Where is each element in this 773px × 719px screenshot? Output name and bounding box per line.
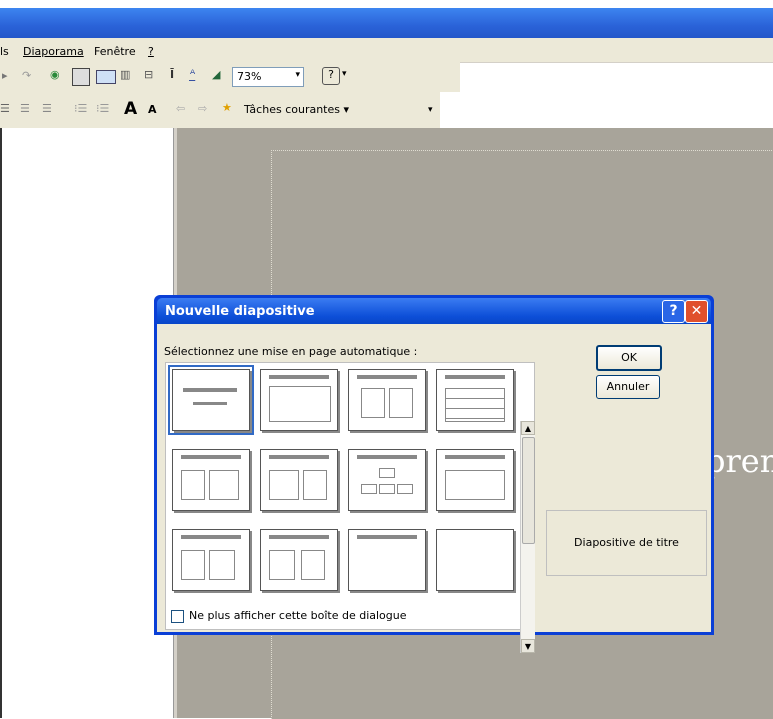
table-placeholder: [445, 388, 505, 422]
slide-title-text[interactable]: pren: [705, 442, 773, 480]
title-bar: [269, 375, 329, 379]
app-title-bar: [0, 8, 773, 38]
numbering-icon[interactable]: ⁝☰: [74, 102, 90, 118]
increase-font-icon[interactable]: A: [124, 99, 140, 119]
title-bar: [183, 388, 237, 392]
zoom-combo[interactable]: 73% ▾: [232, 67, 304, 87]
org-right-box: [397, 484, 413, 494]
zoom-value: 73%: [237, 70, 262, 83]
layout-org-chart[interactable]: [348, 449, 426, 511]
text-placeholder: [181, 470, 205, 500]
bullets-icon[interactable]: ⁝☰: [96, 102, 112, 118]
promote-icon[interactable]: ⇦: [176, 102, 192, 118]
chart-placeholder: [269, 470, 299, 500]
menu-fenetre[interactable]: Fenêtre: [94, 45, 136, 58]
zoom-dropdown-icon[interactable]: ▾: [295, 70, 300, 80]
list-placeholder: [269, 386, 331, 422]
layout-bulleted-list[interactable]: [260, 369, 338, 431]
close-icon: ✕: [690, 303, 703, 319]
scroll-thumb[interactable]: [522, 437, 535, 544]
title-bar: [269, 535, 329, 539]
common-tasks-button[interactable]: Tâches courantes ▾: [244, 103, 349, 116]
menu-diaporama[interactable]: Diaporama: [23, 45, 84, 58]
redo-icon[interactable]: ↷: [22, 69, 38, 85]
demote-icon[interactable]: ⇨: [198, 102, 214, 118]
undo-dropdown-icon[interactable]: ▸: [2, 69, 18, 85]
layout-title-slide[interactable]: [168, 365, 254, 435]
formatting-toolbar: ☰ ☰ ☰ ⁝☰ ⁝☰ A A ⇦ ⇨ ★ Tâches courantes ▾…: [0, 92, 440, 129]
help-icon[interactable]: ?: [322, 67, 340, 85]
outline-pane[interactable]: [0, 128, 177, 718]
text-placeholder: [181, 550, 205, 580]
title-bar: [445, 375, 505, 379]
cancel-button[interactable]: Annuler: [596, 375, 660, 399]
layout-blank[interactable]: [436, 529, 514, 591]
font-color-icon[interactable]: ᴬ̲: [190, 67, 206, 83]
menu-help[interactable]: ?: [148, 45, 154, 58]
layout-gallery: ▲ ▼: [165, 362, 535, 653]
decrease-font-icon[interactable]: A: [148, 103, 164, 119]
chart-placeholder: [445, 470, 505, 500]
layout-preview-name: Diapositive de titre: [546, 510, 707, 576]
ok-button[interactable]: OK: [596, 345, 662, 371]
scroll-down-icon[interactable]: ▼: [521, 639, 535, 653]
layout-table[interactable]: [436, 369, 514, 431]
title-bar: [357, 535, 417, 539]
new-slide-dialog: Nouvelle diapositive ? ✕ Sélectionnez un…: [154, 295, 714, 653]
dont-show-checkbox[interactable]: [171, 610, 184, 623]
clip-art-placeholder: [209, 550, 235, 580]
help-glyph: ?: [669, 303, 678, 319]
text-placeholder: [301, 550, 325, 580]
toolbar-options-icon[interactable]: ▾: [342, 69, 358, 85]
org-mid-box: [379, 484, 395, 494]
close-button[interactable]: ✕: [685, 300, 708, 323]
menu-tools[interactable]: ls: [0, 45, 9, 58]
layout-text-and-clip-art[interactable]: [172, 529, 250, 591]
title-bar: [357, 455, 417, 459]
slide-icon[interactable]: [96, 70, 116, 84]
align-right-icon[interactable]: ☰: [42, 102, 58, 118]
title-bar: [181, 455, 241, 459]
layout-clip-art-and-text[interactable]: [260, 529, 338, 591]
subtitle-bar: [193, 402, 227, 405]
text-placeholder: [303, 470, 327, 500]
layout-title-only[interactable]: [348, 529, 426, 591]
standard-toolbar: ▸ ↷ ◉ ▥ ⊟ Ī ᴬ̲ ◢ 73% ▾ ? ▾: [0, 62, 460, 92]
dont-show-label[interactable]: Ne plus afficher cette boîte de dialogue: [189, 609, 407, 622]
org-left-box: [361, 484, 377, 494]
expand-icon[interactable]: ⊟: [144, 68, 160, 84]
menu-bar: ls Diaporama Fenêtre ?: [0, 38, 773, 63]
title-bar: [445, 455, 505, 459]
help-button[interactable]: ?: [662, 300, 685, 323]
layout-two-column-text[interactable]: [348, 369, 426, 431]
dialog-body: Sélectionnez une mise en page automatiqu…: [157, 324, 711, 653]
layout-instruction: Sélectionnez une mise en page automatiqu…: [164, 345, 418, 358]
align-left-icon[interactable]: ☰: [0, 102, 16, 118]
show-formatting-icon[interactable]: Ī: [170, 68, 186, 84]
dialog-title: Nouvelle diapositive: [165, 304, 315, 319]
insert-table-icon[interactable]: [72, 68, 90, 86]
org-top-box: [379, 468, 395, 478]
toolbar2-options-icon[interactable]: ▾: [428, 105, 444, 121]
align-center-icon[interactable]: ☰: [20, 102, 36, 118]
scroll-up-icon[interactable]: ▲: [521, 421, 535, 435]
hyperlink-icon[interactable]: ◉: [50, 68, 66, 84]
title-bar: [269, 455, 329, 459]
dialog-title-bar[interactable]: Nouvelle diapositive ? ✕: [157, 298, 711, 324]
layout-text-and-chart[interactable]: [172, 449, 250, 511]
layout-chart[interactable]: [436, 449, 514, 511]
chart-placeholder: [209, 470, 239, 500]
layout-chart-and-text[interactable]: [260, 449, 338, 511]
color-grayscale-icon[interactable]: ◢: [212, 68, 228, 84]
title-bar: [357, 375, 417, 379]
common-tasks-icon[interactable]: ★: [222, 101, 238, 117]
layout-scrollbar[interactable]: ▲ ▼: [520, 421, 535, 653]
column-right: [389, 388, 413, 418]
column-left: [361, 388, 385, 418]
chart-icon[interactable]: ▥: [120, 68, 136, 84]
clip-art-placeholder: [269, 550, 295, 580]
title-bar: [181, 535, 241, 539]
